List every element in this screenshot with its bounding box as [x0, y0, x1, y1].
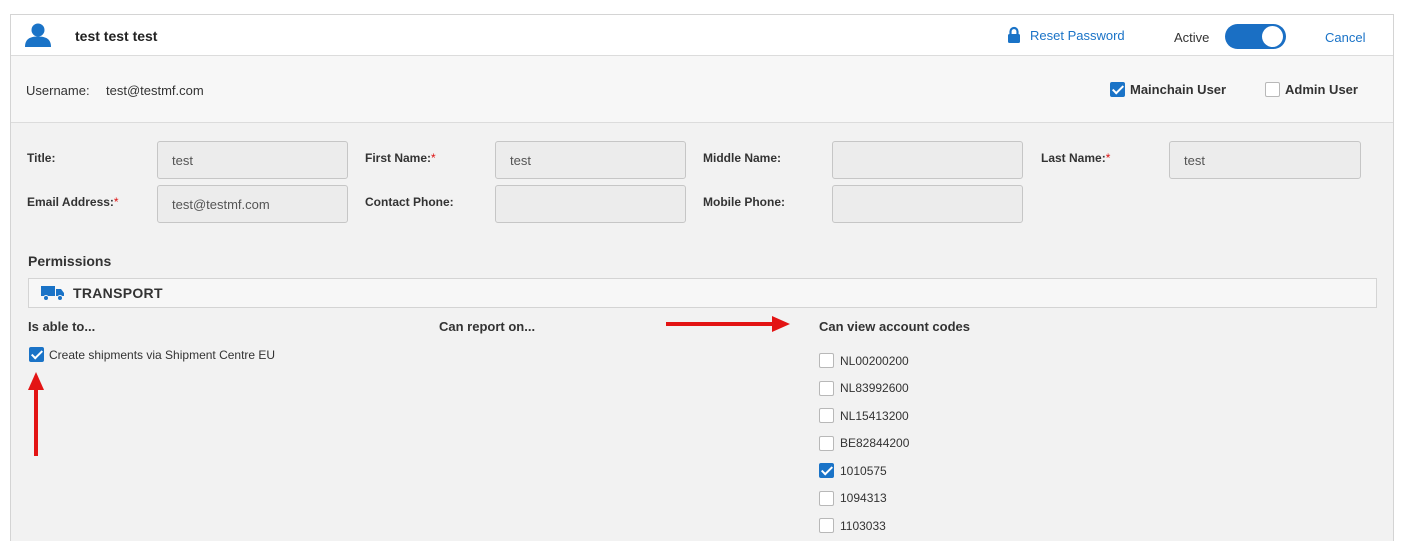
mainchain-user-label: Mainchain User	[1130, 82, 1227, 97]
mainchain-user-option[interactable]: Mainchain User	[1110, 82, 1226, 97]
reset-password-button[interactable]: Reset Password	[1007, 26, 1125, 44]
account-code-item[interactable]: BE82844200	[819, 430, 909, 458]
transport-section-header[interactable]: TRANSPORT	[28, 278, 1377, 308]
account-code-item[interactable]: NL00200200	[819, 347, 909, 375]
toggle-knob	[1262, 26, 1283, 47]
last-name-label: Last Name:*	[1041, 151, 1111, 165]
account-code-label: NL00200200	[840, 353, 909, 368]
transport-label: TRANSPORT	[73, 285, 163, 301]
account-code-checkbox[interactable]	[819, 463, 834, 479]
account-code-label: 1094313	[840, 491, 887, 506]
is-able-to-heading: Is able to...	[28, 319, 96, 334]
username-bar: Username: test@testmf.com Mainchain User…	[11, 56, 1393, 123]
active-toggle[interactable]	[1225, 24, 1286, 49]
cancel-button[interactable]: Cancel	[1325, 30, 1365, 45]
account-code-label: NL15413200	[840, 408, 909, 423]
create-shipments-label: Create shipments via Shipment Centre EU	[49, 347, 276, 362]
create-shipments-checkbox[interactable]	[29, 347, 44, 362]
username-label: Username:	[26, 83, 90, 98]
active-label: Active	[1174, 30, 1210, 45]
account-code-item[interactable]: 1010575	[819, 457, 909, 485]
lock-icon	[1008, 26, 1020, 43]
panel-header: test test test Reset Password Active Can…	[11, 15, 1393, 56]
middle-name-label: Middle Name:	[703, 151, 782, 165]
permissions-title: Permissions	[28, 253, 112, 269]
admin-user-option[interactable]: Admin User	[1265, 82, 1358, 97]
account-code-label: 1103033	[840, 518, 886, 533]
account-code-checkbox[interactable]	[819, 353, 834, 369]
account-code-label: NL83992600	[840, 381, 909, 396]
account-code-checkbox[interactable]	[819, 490, 834, 506]
reset-password-label: Reset Password	[1030, 27, 1125, 43]
ability-item[interactable]: Create shipments via Shipment Centre EU	[29, 347, 275, 362]
admin-user-label: Admin User	[1285, 82, 1358, 97]
email-input[interactable]: test@testmf.com	[157, 185, 348, 223]
contact-phone-input[interactable]	[495, 185, 686, 223]
user-edit-panel: test test test Reset Password Active Can…	[10, 14, 1394, 541]
title-label: Title:	[27, 151, 56, 165]
mobile-phone-input[interactable]	[832, 185, 1023, 223]
contact-phone-label: Contact Phone:	[365, 195, 454, 209]
account-codes-list: NL00200200 NL83992600 NL15413200 BE82844…	[819, 347, 909, 540]
truck-icon	[41, 286, 64, 301]
red-arrow-up-icon	[28, 372, 44, 456]
mainchain-user-checkbox[interactable]	[1110, 82, 1125, 97]
username-value: test@testmf.com	[106, 83, 204, 98]
title-input[interactable]: test	[157, 141, 348, 179]
last-name-input[interactable]: test	[1169, 141, 1361, 179]
account-code-item[interactable]: 1094313	[819, 485, 909, 513]
first-name-label: First Name:*	[365, 151, 436, 165]
account-code-item[interactable]: NL15413200	[819, 402, 909, 430]
can-report-on-heading: Can report on...	[439, 319, 536, 334]
account-codes-heading: Can view account codes	[819, 319, 970, 334]
account-code-checkbox[interactable]	[819, 518, 834, 534]
admin-user-checkbox[interactable]	[1265, 82, 1280, 97]
account-code-checkbox[interactable]	[819, 435, 834, 451]
page-title: test test test	[75, 28, 158, 44]
account-code-label: 1010575	[840, 463, 887, 478]
mobile-phone-label: Mobile Phone:	[703, 195, 785, 209]
account-code-label: BE82844200	[840, 436, 910, 451]
user-icon	[25, 23, 51, 47]
first-name-input[interactable]: test	[495, 141, 686, 179]
account-code-checkbox[interactable]	[819, 408, 834, 424]
red-arrow-right-icon	[666, 316, 790, 332]
middle-name-input[interactable]	[832, 141, 1023, 179]
account-code-checkbox[interactable]	[819, 380, 834, 396]
account-code-item[interactable]: NL83992600	[819, 375, 909, 403]
account-code-item[interactable]: 1103033	[819, 512, 909, 540]
email-label: Email Address:*	[27, 195, 119, 209]
